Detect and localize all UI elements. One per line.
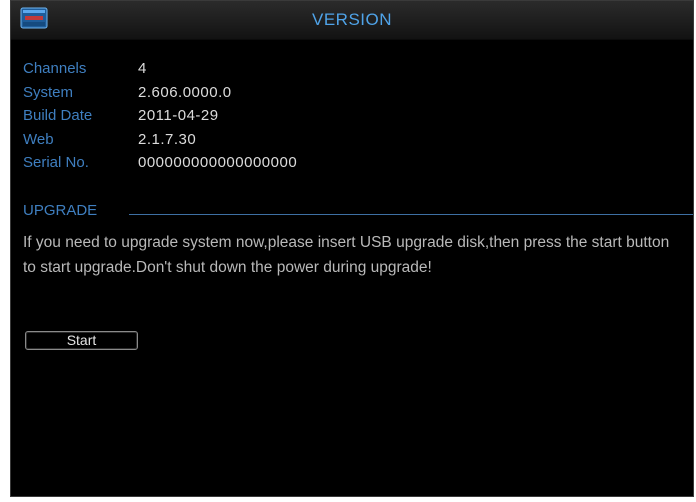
start-button[interactable]: Start bbox=[25, 331, 138, 350]
upgrade-section-header: UPGRADE bbox=[23, 201, 693, 221]
channels-label: Channels bbox=[23, 60, 87, 77]
upgrade-section-label: UPGRADE bbox=[23, 202, 98, 219]
window-title: VERSION bbox=[311, 10, 393, 29]
title-bar: VERSION bbox=[11, 1, 693, 40]
serial-no-label: Serial No. bbox=[23, 154, 89, 171]
build-date-value: 2011-04-29 bbox=[138, 107, 219, 124]
version-window: VERSION Channels 4 System 2.606.0000.0 B… bbox=[10, 0, 694, 497]
web-label: Web bbox=[23, 130, 54, 148]
system-label: System bbox=[23, 83, 74, 101]
web-value: 2.1.7.30 bbox=[138, 130, 197, 148]
section-divider bbox=[129, 214, 693, 215]
serial-no-value: 000000000000000000 bbox=[138, 154, 298, 171]
channels-value: 4 bbox=[138, 60, 147, 77]
build-date-label: Build Date bbox=[23, 107, 93, 124]
system-value: 2.606.0000.0 bbox=[138, 83, 232, 101]
upgrade-instructions: If you need to upgrade system now,please… bbox=[23, 234, 670, 276]
